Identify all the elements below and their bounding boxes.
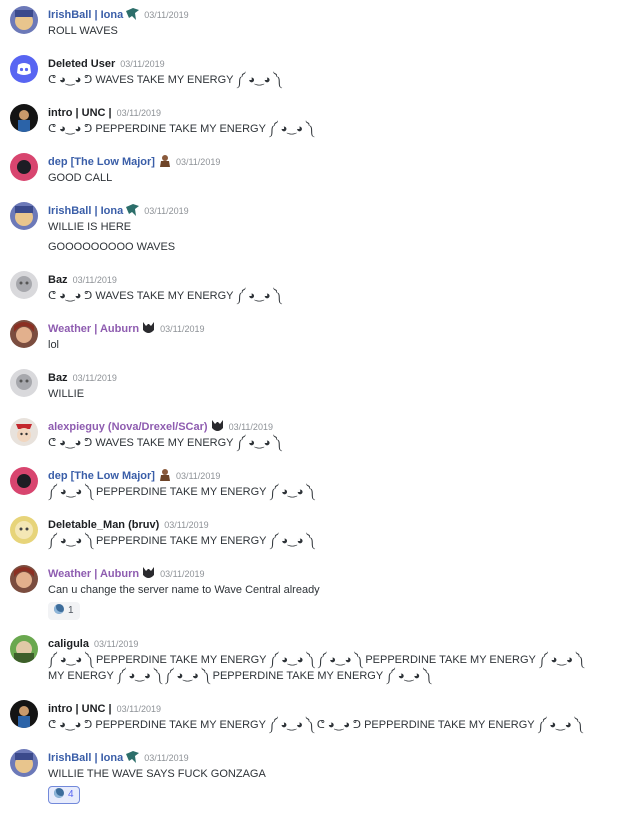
timestamp: 03/11/2019 [144, 10, 189, 20]
avatar[interactable] [10, 516, 38, 544]
avatar[interactable] [10, 467, 38, 495]
author-name[interactable]: dep [The Low Major] [48, 470, 155, 482]
message-text: ༼ ◕‿◕ ༽ PEPPERDINE TAKE MY ENERGY ༼ ◕‿◕ … [48, 654, 584, 666]
reaction-count: 4 [68, 789, 74, 800]
timestamp: 03/11/2019 [160, 324, 205, 334]
author-name[interactable]: intro | UNC | [48, 703, 112, 715]
author-name[interactable]: Weather | Auburn [48, 323, 139, 335]
message-text: ༼ ◕‿◕ ༽ PEPPERDINE TAKE MY ENERGY ༼ ◕‿◕ … [48, 486, 315, 498]
message-text: lol [48, 339, 60, 351]
author-name[interactable]: intro | UNC | [48, 107, 112, 119]
message-text: Can u change the server name to Wave Cen… [48, 584, 320, 596]
avatar[interactable] [10, 565, 38, 593]
message-text: GOOOOOOOOO WAVES [48, 241, 176, 253]
timestamp: 03/11/2019 [144, 753, 189, 763]
role-icon [126, 751, 140, 763]
avatar[interactable] [10, 104, 38, 132]
avatar[interactable] [10, 369, 38, 397]
message-text: WILLIE IS HERE [48, 221, 132, 233]
role-icon [126, 8, 140, 20]
message-text: ᕦ ◕‿◕ ᕤ WAVES TAKE MY ENERGY ༼ ◕‿◕ ༽ [48, 290, 282, 302]
author-name[interactable]: Deleted User [48, 58, 115, 70]
message-text: WILLIE [48, 388, 85, 400]
avatar[interactable] [10, 55, 38, 83]
message-text: ᕦ ◕‿◕ ᕤ PEPPERDINE TAKE MY ENERGY ༼ ◕‿◕ … [48, 123, 314, 135]
author-name[interactable]: Baz [48, 274, 68, 286]
avatar[interactable] [10, 418, 38, 446]
author-name[interactable]: Deletable_Man (bruv) [48, 519, 159, 531]
avatar[interactable] [10, 320, 38, 348]
avatar[interactable] [10, 271, 38, 299]
author-name[interactable]: IrishBall | Iona [48, 205, 123, 217]
role-icon [142, 567, 155, 579]
avatar[interactable] [10, 700, 38, 728]
timestamp: 03/11/2019 [72, 275, 117, 285]
reaction-button[interactable]: 4 [48, 786, 80, 804]
message-text: ROLL WAVES [48, 25, 118, 37]
timestamp: 03/11/2019 [160, 569, 205, 579]
role-icon [158, 469, 171, 481]
message-text: ᕦ ◕‿◕ ᕤ WAVES TAKE MY ENERGY ༼ ◕‿◕ ༽ [48, 437, 282, 449]
author-name[interactable]: dep [The Low Major] [48, 156, 155, 168]
timestamp: 03/11/2019 [175, 471, 221, 481]
message-text: MY ENERGY ༼ ◕‿◕ ༽ ༼ ◕‿◕ ༽ PEPPERDINE TAK… [48, 670, 431, 682]
avatar[interactable] [10, 749, 38, 777]
role-icon [158, 155, 171, 167]
wave-emoji-icon [54, 604, 64, 614]
wave-emoji-icon [54, 788, 64, 798]
author-name[interactable]: Baz [48, 372, 68, 384]
avatar[interactable] [10, 6, 38, 34]
role-icon [142, 322, 155, 334]
avatar[interactable] [10, 635, 38, 663]
message-text: ᕦ ◕‿◕ ᕤ WAVES TAKE MY ENERGY ༼ ◕‿◕ ༽ [48, 74, 282, 86]
message-text: ᕦ ◕‿◕ ᕤ PEPPERDINE TAKE MY ENERGY ༼ ◕‿◕ … [48, 719, 583, 731]
timestamp: 03/11/2019 [228, 422, 273, 432]
message-text: GOOD CALL [48, 172, 113, 184]
author-name[interactable]: alexpieguy (Nova/Drexel/SCar) [48, 421, 208, 433]
timestamp: 03/11/2019 [93, 639, 139, 649]
author-name[interactable]: caligula [48, 638, 89, 650]
timestamp: 03/11/2019 [164, 520, 209, 530]
timestamp: 03/11/2019 [120, 59, 165, 69]
reaction-button[interactable]: 1 [48, 602, 80, 620]
timestamp: 03/11/2019 [116, 704, 161, 714]
role-icon [126, 204, 140, 216]
avatar[interactable] [10, 202, 38, 230]
timestamp: 03/11/2019 [72, 373, 117, 383]
author-name[interactable]: Weather | Auburn [48, 568, 139, 580]
message-text: ༼ ◕‿◕ ༽ PEPPERDINE TAKE MY ENERGY ༼ ◕‿◕ … [48, 535, 315, 547]
timestamp: 03/11/2019 [175, 157, 221, 167]
reaction-count: 1 [68, 605, 74, 616]
timestamp: 03/11/2019 [144, 206, 189, 216]
message-text: WILLIE THE WAVE SAYS FUCK GONZAGA [48, 768, 266, 780]
avatar[interactable] [10, 153, 38, 181]
timestamp: 03/11/2019 [116, 108, 161, 118]
role-icon [211, 420, 224, 432]
author-name[interactable]: IrishBall | Iona [48, 9, 123, 21]
author-name[interactable]: IrishBall | Iona [48, 752, 123, 764]
